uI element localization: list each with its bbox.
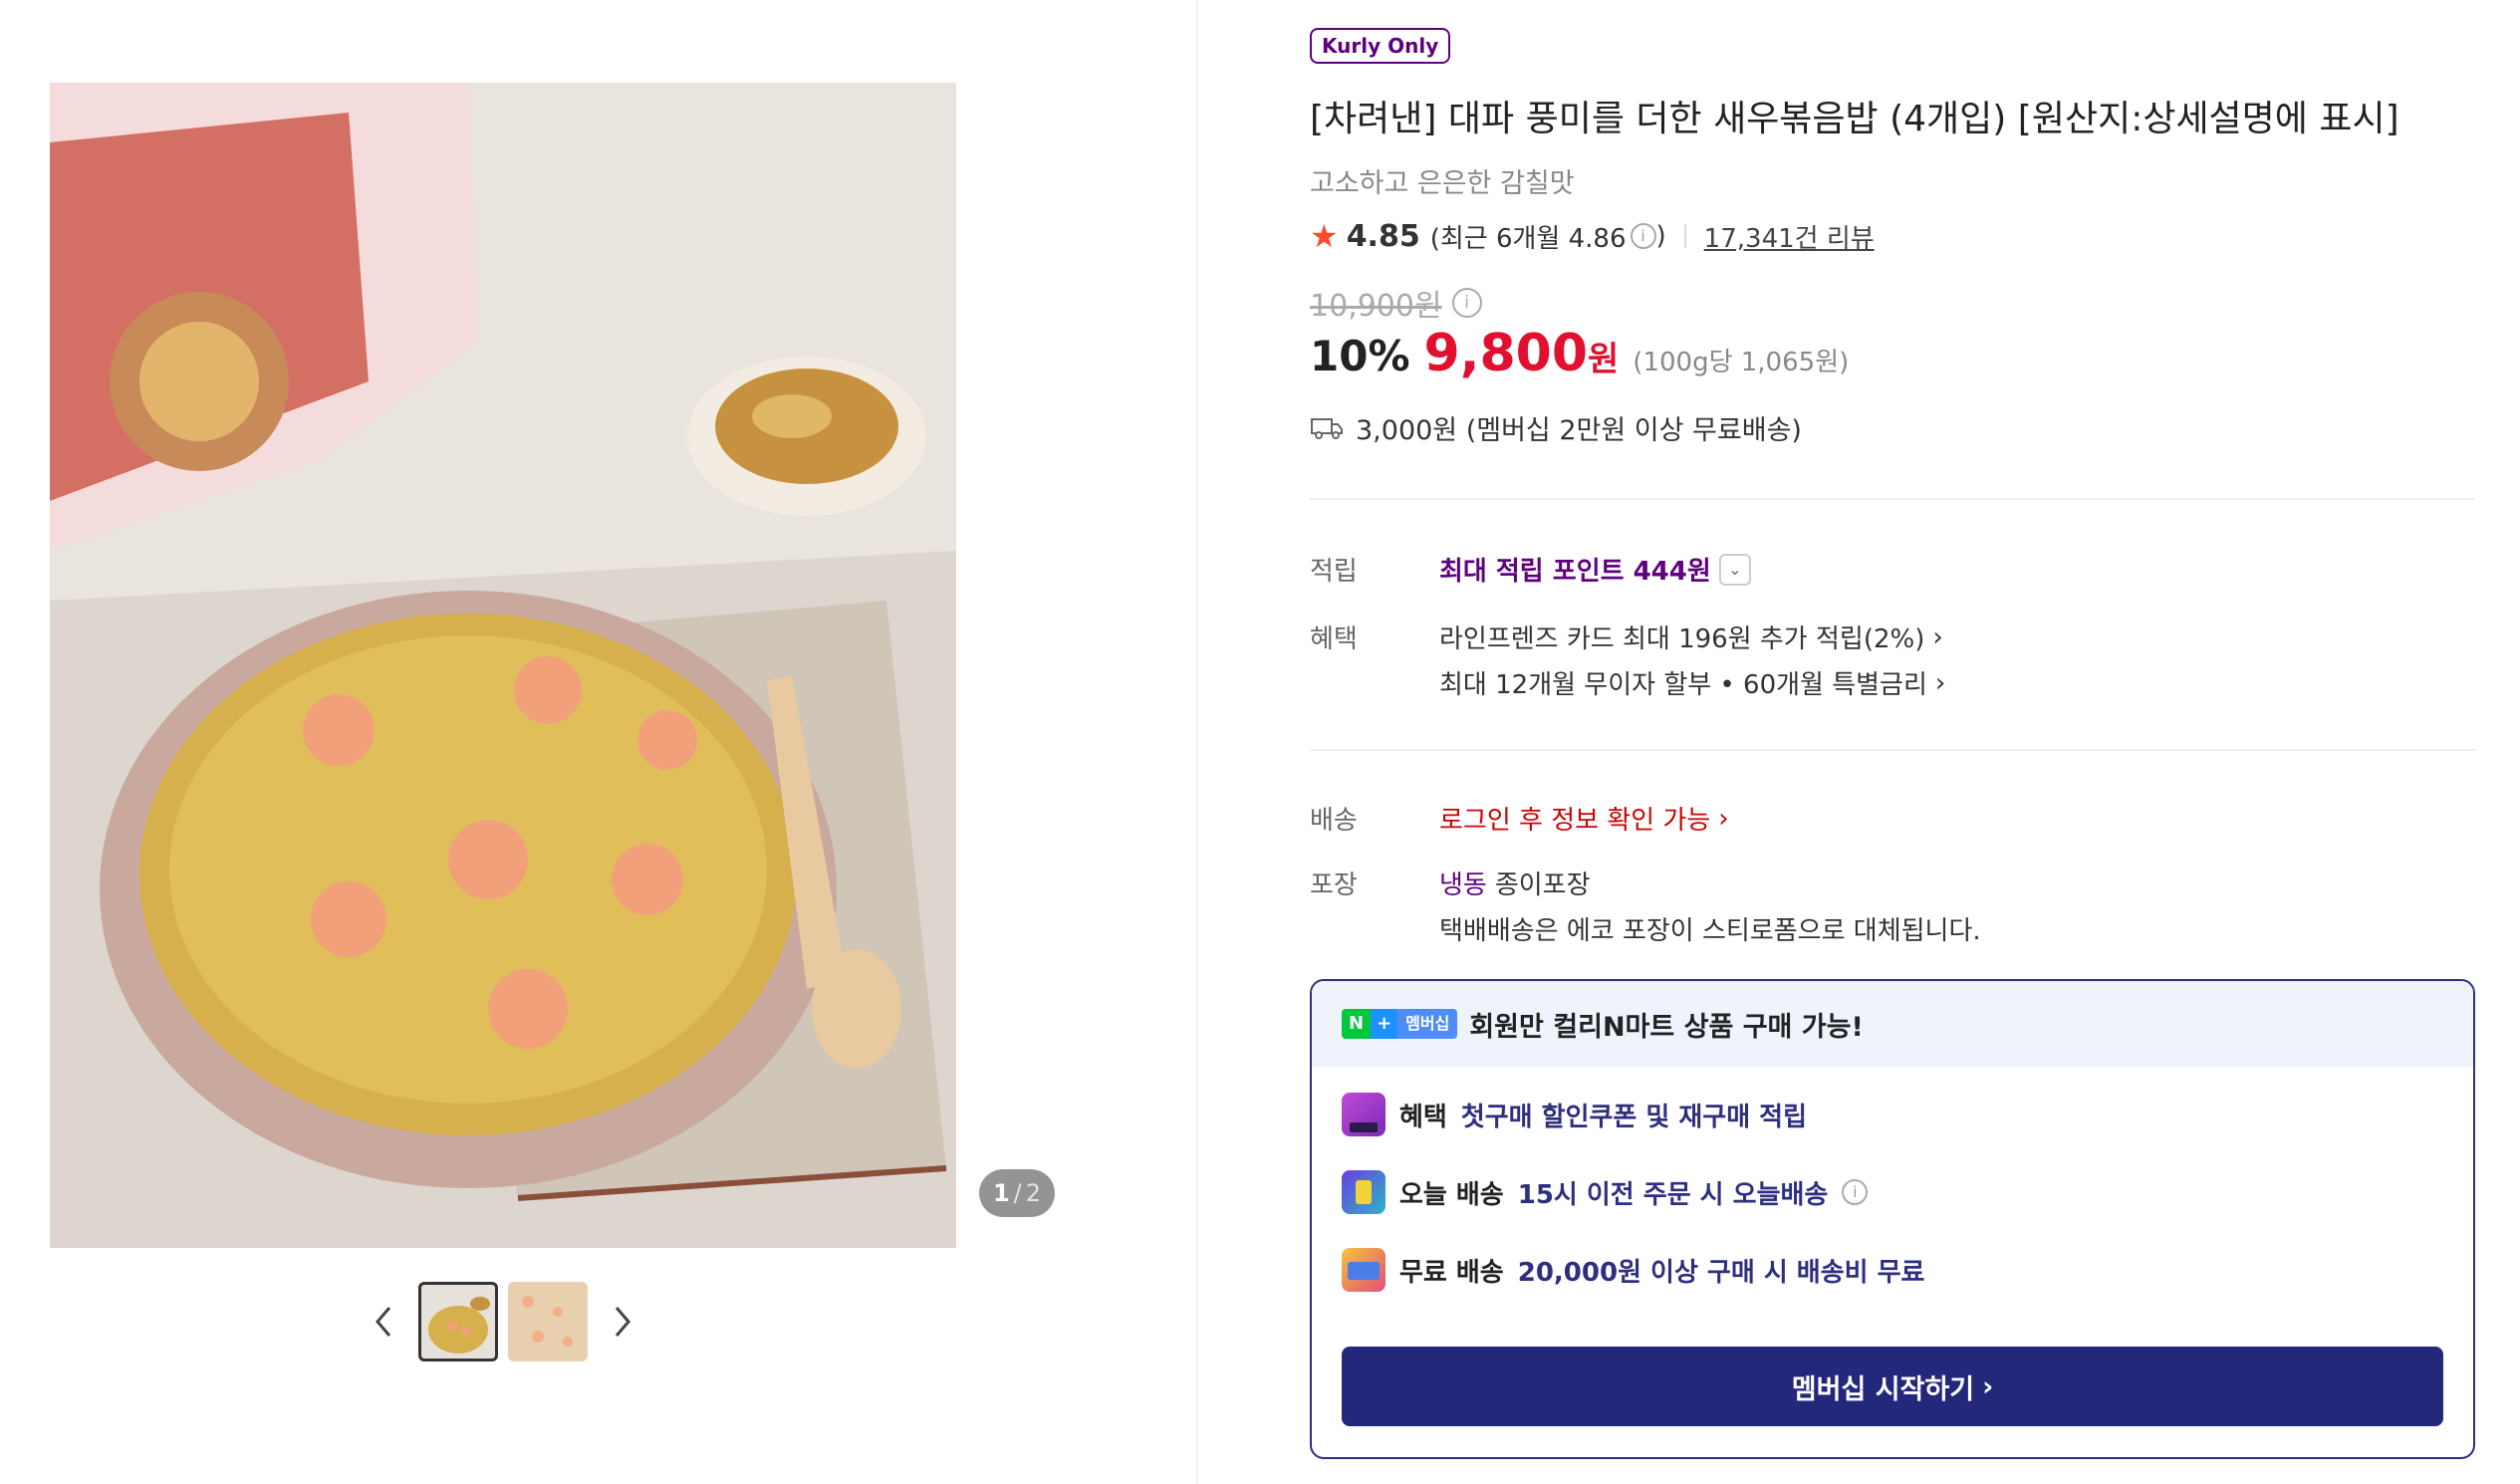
benefit-3-key: 무료 배송 xyxy=(1399,1257,1504,1288)
original-price-row: 10,900원 i xyxy=(1310,281,1482,325)
chevron-left-icon xyxy=(376,1307,391,1337)
thumbnail-1[interactable] xyxy=(418,1282,498,1361)
info-icon[interactable]: i xyxy=(1451,288,1482,318)
product-gallery: 1 / 2 xyxy=(0,0,1195,1484)
rating-row: ★ 4.85 (최근 6개월 4.86 i ) 17,341건 리뷰 xyxy=(1310,217,1875,255)
packaging-row: 냉동 종이포장 xyxy=(1439,865,1591,901)
shipping-text: 3,000원 (멤버십 2만원 이상 무료배송) xyxy=(1356,415,1802,446)
benefit-installment-row[interactable]: 최대 12개월 무이자 할부 • 60개월 특별금리 › xyxy=(1439,664,1945,701)
packaging-label: 포장 xyxy=(1310,870,1358,900)
today-delivery-icon xyxy=(1342,1170,1386,1214)
membership-benefit-free-shipping: 무료 배송 20,000원 이상 구매 시 배송비 무료 xyxy=(1342,1248,1924,1292)
membership-headline: 회원만 컬리N마트 상품 구매 가능! xyxy=(1469,1011,1864,1043)
benefit-1-key: 혜택 xyxy=(1399,1102,1447,1132)
chevron-right-icon: › xyxy=(1932,621,1943,652)
info-icon[interactable]: i xyxy=(1630,223,1656,249)
rating-score: 4.85 xyxy=(1346,218,1420,254)
benefits-label: 혜택 xyxy=(1310,624,1358,654)
membership-header: N + 멤버십 회원만 컬리N마트 상품 구매 가능! xyxy=(1312,981,2473,1067)
shipping-row: 3,000원 (멤버십 2만원 이상 무료배송) xyxy=(1310,408,1802,447)
n-plus-membership-badge: N + 멤버십 xyxy=(1342,1009,1458,1039)
sale-price-unit: 원 xyxy=(1588,340,1620,379)
prev-image-button[interactable] xyxy=(359,1297,408,1347)
chevron-right-icon: › xyxy=(1934,667,1946,698)
benefit-card-text: 라인프렌즈 카드 최대 196원 추가 적립(2%) xyxy=(1439,624,1925,654)
rating-recent: (최근 6개월 4.86 xyxy=(1429,223,1627,254)
price-row: 10% 9,800 원 (100g당 1,065원) xyxy=(1310,324,1849,383)
thumbnail-strip xyxy=(359,1281,647,1362)
delivery-label: 배송 xyxy=(1310,806,1358,836)
benefit-card-row[interactable]: 라인프렌즈 카드 최대 196원 추가 적립(2%) › xyxy=(1439,618,1943,655)
image-counter-total: 2 xyxy=(1025,1179,1042,1207)
membership-promo-box: N + 멤버십 회원만 컬리N마트 상품 구매 가능! 혜택 첫구매 할인쿠폰 … xyxy=(1310,979,2475,1459)
packaging-material: 종이포장 xyxy=(1494,870,1591,900)
chevron-right-icon: › xyxy=(1718,803,1729,834)
points-value: 최대 적립 포인트 444원 xyxy=(1439,557,1711,587)
chevron-right-icon: › xyxy=(1982,1370,1994,1402)
image-counter-separator: / xyxy=(1013,1179,1022,1207)
n-badge: N xyxy=(1342,1009,1372,1039)
image-counter-current: 1 xyxy=(992,1179,1010,1207)
chevron-down-icon[interactable]: ⌄ xyxy=(1718,553,1751,586)
section-divider xyxy=(1310,749,2475,751)
benefit-2-key: 오늘 배송 xyxy=(1399,1179,1504,1210)
product-title: [차려낸] 대파 풍미를 더한 새우볶음밥 (4개입) [원산지:상세설명에 표… xyxy=(1310,99,2399,139)
delivery-login-link[interactable]: 로그인 후 정보 확인 가능 › xyxy=(1439,800,1729,837)
benefit-1-value: 첫구매 할인쿠폰 및 재구매 적립 xyxy=(1460,1102,1808,1132)
points-row[interactable]: 최대 적립 포인트 444원 ⌄ xyxy=(1439,551,1751,588)
product-subtitle: 고소하고 은은한 감칠맛 xyxy=(1310,168,1575,199)
star-icon: ★ xyxy=(1310,217,1339,255)
delivery-value: 로그인 후 정보 확인 가능 xyxy=(1439,806,1711,836)
image-counter: 1 / 2 xyxy=(979,1169,1055,1217)
coupon-icon xyxy=(1342,1093,1386,1136)
kurly-only-badge: Kurly Only xyxy=(1310,28,1451,64)
info-icon[interactable]: i xyxy=(1842,1179,1869,1205)
points-label: 적립 xyxy=(1310,557,1358,587)
membership-benefit-today-delivery: 오늘 배송 15시 이전 주문 시 오늘배송 i xyxy=(1342,1170,1869,1214)
product-main-image[interactable] xyxy=(50,83,956,1248)
rating-separator xyxy=(1683,224,1686,248)
free-shipping-icon xyxy=(1342,1248,1386,1292)
discount-rate: 10% xyxy=(1310,332,1410,380)
thumbnail-2[interactable] xyxy=(508,1282,588,1361)
benefit-3-value: 20,000원 이상 구매 시 배송비 무료 xyxy=(1517,1257,1925,1288)
benefit-installment-text: 최대 12개월 무이자 할부 • 60개월 특별금리 xyxy=(1439,670,1927,700)
section-divider xyxy=(1310,498,2475,500)
start-membership-label: 멤버십 시작하기 xyxy=(1791,1373,1975,1405)
delivery-truck-icon xyxy=(1311,417,1343,439)
original-price: 10,900원 xyxy=(1310,289,1442,324)
plus-badge: + xyxy=(1371,1009,1398,1039)
rating-recent-close: ) xyxy=(1655,221,1666,251)
chevron-right-icon xyxy=(615,1307,630,1337)
review-count-link[interactable]: 17,341건 리뷰 xyxy=(1704,218,1875,255)
sale-price: 9,800 xyxy=(1423,324,1589,383)
start-membership-button[interactable]: 멤버십 시작하기 › xyxy=(1342,1347,2443,1426)
packaging-note: 택배배송은 에코 포장이 스티로폼으로 대체됩니다. xyxy=(1439,916,1981,946)
member-badge: 멤버십 xyxy=(1397,1009,1458,1039)
next-image-button[interactable] xyxy=(598,1297,647,1347)
benefit-2-value: 15시 이전 주문 시 오늘배송 xyxy=(1517,1179,1829,1210)
packaging-type: 냉동 xyxy=(1439,870,1487,900)
unit-price: (100g당 1,065원) xyxy=(1633,348,1850,377)
column-divider xyxy=(1196,0,1198,1484)
membership-benefit-coupon: 혜택 첫구매 할인쿠폰 및 재구매 적립 xyxy=(1342,1093,1807,1136)
